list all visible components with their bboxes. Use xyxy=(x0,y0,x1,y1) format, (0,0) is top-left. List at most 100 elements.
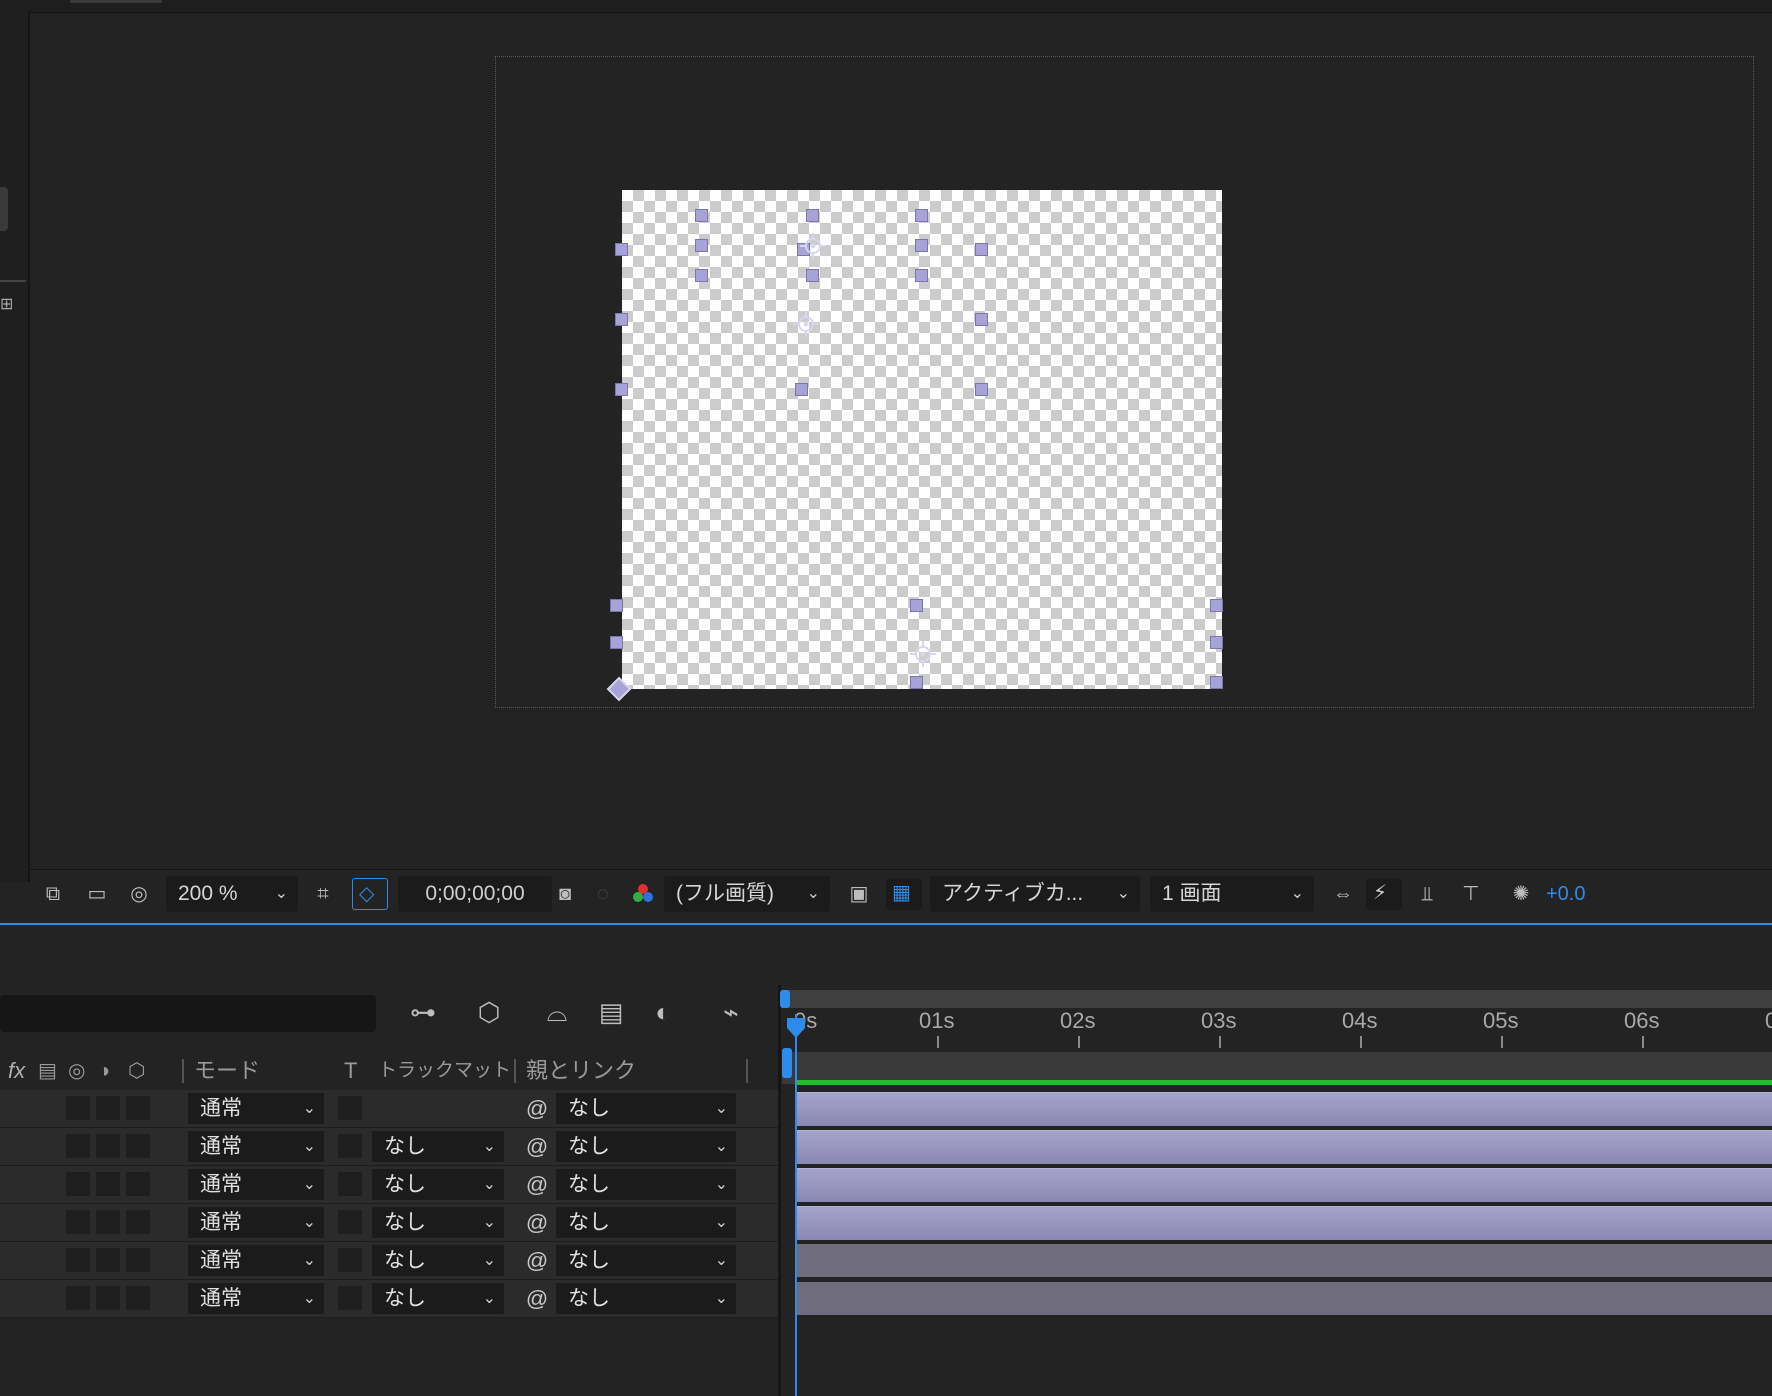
comp-flowchart-icon[interactable]: ⊶ xyxy=(406,995,440,1029)
preserve-transparency-checkbox[interactable] xyxy=(338,1286,362,1310)
layer-switch[interactable] xyxy=(96,1134,120,1158)
transform-handle[interactable] xyxy=(975,243,988,256)
transform-handle[interactable] xyxy=(615,313,628,326)
transform-handle[interactable] xyxy=(795,383,808,396)
blend-mode-dropdown[interactable]: 通常 ⌄ xyxy=(188,1169,324,1200)
pick-whip-icon[interactable]: @ xyxy=(522,1207,552,1238)
layer-switch[interactable] xyxy=(96,1248,120,1272)
timeline-divider[interactable] xyxy=(778,985,781,1396)
layer-switch[interactable] xyxy=(96,1210,120,1234)
fast-previews-toggle[interactable]: ⚡ xyxy=(1366,878,1402,910)
work-area-start-handle[interactable] xyxy=(780,990,790,1008)
transform-handle[interactable] xyxy=(975,383,988,396)
rgb-channels-icon[interactable] xyxy=(630,882,656,906)
parent-dropdown[interactable]: なし ⌄ xyxy=(556,1169,736,1200)
layer-switch[interactable] xyxy=(126,1210,150,1234)
layer-duration-bar[interactable] xyxy=(796,1168,1772,1202)
transform-handle[interactable] xyxy=(806,209,819,222)
preserve-transparency-checkbox[interactable] xyxy=(338,1172,362,1196)
blend-mode-dropdown[interactable]: 通常 ⌄ xyxy=(188,1283,324,1314)
layer-row[interactable]: 通常 ⌄ なし ⌄ @ なし ⌄ xyxy=(0,1166,780,1204)
transform-handle[interactable] xyxy=(910,676,923,689)
view-layout-dropdown[interactable]: 1 画面 ⌄ xyxy=(1150,876,1314,912)
layer-switch[interactable] xyxy=(66,1248,90,1272)
pick-whip-icon[interactable]: @ xyxy=(522,1169,552,1200)
layer-switch[interactable] xyxy=(66,1286,90,1310)
layer-row[interactable]: 通常 ⌄ @ なし ⌄ xyxy=(0,1090,780,1128)
motion-blur-icon[interactable]: ◐ xyxy=(646,995,680,1029)
layer-switch[interactable] xyxy=(96,1096,120,1120)
shy-layers-icon[interactable]: ⌓ xyxy=(540,995,574,1029)
reset-exposure-icon[interactable]: ✺ xyxy=(1508,882,1534,906)
column-separator[interactable] xyxy=(746,1059,748,1083)
layer-switch[interactable] xyxy=(66,1096,90,1120)
exposure-value[interactable]: +0.0 xyxy=(1546,882,1585,906)
blend-mode-dropdown[interactable]: 通常 ⌄ xyxy=(188,1245,324,1276)
column-separator[interactable] xyxy=(182,1059,184,1083)
pick-whip-icon[interactable]: @ xyxy=(522,1245,552,1276)
transform-handle[interactable] xyxy=(975,313,988,326)
time-ruler[interactable]: 0s 01s 02s 03s 04s 05s 06s 0 xyxy=(782,1008,1772,1048)
layer-switch[interactable] xyxy=(96,1172,120,1196)
parent-dropdown[interactable]: なし ⌄ xyxy=(556,1093,736,1124)
flowchart-icon[interactable]: ⊞ xyxy=(0,294,13,314)
mask-path-toggle[interactable]: ◇ xyxy=(352,878,388,910)
preserve-transparency-checkbox[interactable] xyxy=(338,1248,362,1272)
work-area-bar[interactable] xyxy=(782,990,1772,1008)
anchor-point-icon[interactable] xyxy=(606,676,632,702)
track-matte-dropdown[interactable]: なし ⌄ xyxy=(372,1245,504,1276)
layer-switch[interactable] xyxy=(66,1172,90,1196)
transform-handle[interactable] xyxy=(1210,599,1223,612)
search-input[interactable] xyxy=(0,995,376,1032)
monitor-icon[interactable]: ▭ xyxy=(84,882,110,906)
transform-handle[interactable] xyxy=(910,599,923,612)
parent-dropdown[interactable]: なし ⌄ xyxy=(556,1131,736,1162)
transform-handle[interactable] xyxy=(695,269,708,282)
blend-mode-dropdown[interactable]: 通常 ⌄ xyxy=(188,1131,324,1162)
zoom-dropdown[interactable]: 200 % ⌄ xyxy=(166,876,298,912)
blend-mode-dropdown[interactable]: 通常 ⌄ xyxy=(188,1207,324,1238)
transform-handle[interactable] xyxy=(610,599,623,612)
layer-switch[interactable] xyxy=(126,1096,150,1120)
frame-blending-icon[interactable]: ▤ xyxy=(594,995,628,1029)
motion-blur-switch-icon[interactable]: ◎ xyxy=(68,1053,85,1089)
layer-row[interactable]: 通常 ⌄ なし ⌄ @ なし ⌄ xyxy=(0,1242,780,1280)
transform-handle[interactable] xyxy=(915,239,928,252)
track-matte-dropdown[interactable]: なし ⌄ xyxy=(372,1169,504,1200)
column-separator[interactable] xyxy=(514,1059,516,1083)
layer-duration-bar[interactable] xyxy=(796,1206,1772,1240)
layer-switch[interactable] xyxy=(126,1286,150,1310)
blend-mode-dropdown[interactable]: 通常 ⌄ xyxy=(188,1093,324,1124)
draft-3d-icon[interactable]: ⬡ xyxy=(472,995,506,1029)
layer-duration-bar[interactable] xyxy=(796,1282,1772,1315)
track-matte-dropdown[interactable]: なし ⌄ xyxy=(372,1283,504,1314)
layer-duration-bar[interactable] xyxy=(796,1244,1772,1277)
parent-dropdown[interactable]: なし ⌄ xyxy=(556,1245,736,1276)
layer-switch[interactable] xyxy=(126,1134,150,1158)
pick-whip-icon[interactable]: @ xyxy=(522,1283,552,1314)
anchor-point-icon[interactable] xyxy=(800,233,826,259)
composition-canvas[interactable] xyxy=(622,190,1222,689)
transform-handle[interactable] xyxy=(695,239,708,252)
layer-switch[interactable] xyxy=(126,1172,150,1196)
preserve-transparency-checkbox[interactable] xyxy=(338,1210,362,1234)
preserve-transparency-checkbox[interactable] xyxy=(338,1096,362,1120)
transform-handle[interactable] xyxy=(915,209,928,222)
transform-handle[interactable] xyxy=(615,243,628,256)
layer-duration-bar[interactable] xyxy=(796,1092,1772,1126)
transform-handle[interactable] xyxy=(1210,676,1223,689)
safe-zones-icon[interactable]: ⌗ xyxy=(310,882,336,906)
parent-dropdown[interactable]: なし ⌄ xyxy=(556,1283,736,1314)
resolution-dropdown[interactable]: (フル画質) ⌄ xyxy=(664,876,830,912)
track-matte-dropdown[interactable]: なし ⌄ xyxy=(372,1207,504,1238)
transform-handle[interactable] xyxy=(615,383,628,396)
layer-switch[interactable] xyxy=(126,1248,150,1272)
playhead-icon[interactable] xyxy=(785,1016,807,1040)
track-matte-dropdown[interactable]: なし ⌄ xyxy=(372,1131,504,1162)
layer-switch[interactable] xyxy=(66,1134,90,1158)
preserve-transparency-checkbox[interactable] xyxy=(338,1134,362,1158)
snapshot-camera-icon[interactable]: ◙ xyxy=(552,882,578,906)
panel-edge-control[interactable] xyxy=(0,187,8,231)
transparency-grid-toggle[interactable]: ▦ xyxy=(886,878,922,910)
region-of-interest-icon[interactable]: ▣ xyxy=(846,882,872,906)
